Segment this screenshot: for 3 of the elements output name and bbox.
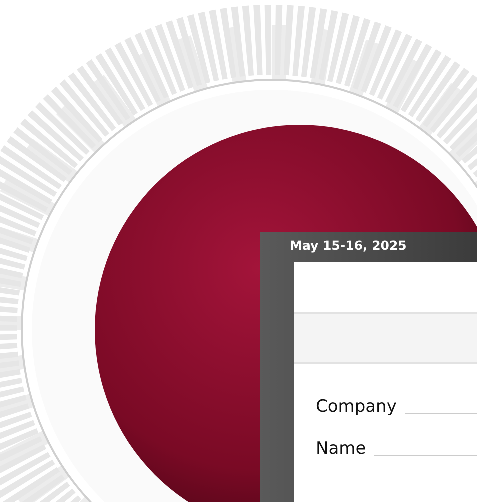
- field-label: Name: [316, 439, 366, 459]
- field-label: Company: [316, 397, 397, 417]
- panel-title: May 15-16, 2025: [289, 237, 408, 255]
